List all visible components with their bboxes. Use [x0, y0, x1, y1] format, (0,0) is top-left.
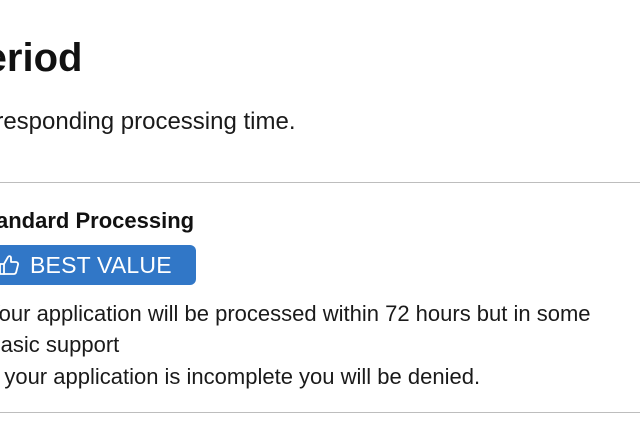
page-subtitle: corresponding processing time. — [0, 108, 296, 135]
option-description-line: If your application is incomplete you wi… — [0, 364, 481, 389]
best-value-badge: BEST VALUE — [0, 245, 196, 285]
badge-label: BEST VALUE — [30, 252, 172, 278]
option-description-line: Basic support — [0, 332, 120, 357]
processing-period-page: Period corresponding processing time. St… — [0, 0, 640, 448]
option-title: Standard Processing — [0, 208, 195, 233]
processing-option-standard[interactable]: Standard Processing BEST VALUE Your appl… — [0, 183, 640, 412]
thumbs-up-icon — [0, 254, 19, 276]
option-description-line: Your application will be processed withi… — [0, 301, 591, 326]
page-title: Period — [0, 36, 83, 80]
divider — [0, 412, 640, 413]
